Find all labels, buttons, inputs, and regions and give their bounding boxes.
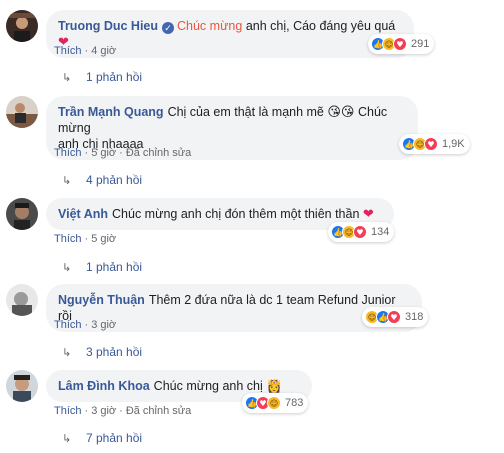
reply-arrow-icon: ↳ bbox=[62, 432, 72, 445]
haha-icon: ☺ bbox=[267, 396, 281, 410]
comment-meta: Thích · 3 giờ · Đã chỉnh sửa bbox=[54, 405, 191, 417]
replies-count[interactable]: 1 phản hồi bbox=[86, 260, 142, 274]
separator-dot: · bbox=[84, 147, 89, 159]
like-link[interactable]: Thích bbox=[54, 45, 82, 57]
view-replies-link[interactable]: ↳ 4 phản hồi bbox=[62, 173, 142, 187]
reaction-summary[interactable]: 👍 ☺ ♥ 1,9K bbox=[399, 134, 470, 154]
love-icon: ♥ bbox=[353, 225, 367, 239]
comment-text: Chị của em thật là mạnh mẽ bbox=[167, 105, 324, 119]
separator-dot: · bbox=[119, 147, 123, 159]
avatar[interactable] bbox=[6, 10, 38, 42]
reaction-count: 783 bbox=[285, 397, 304, 409]
reaction-count: 1,9K bbox=[442, 138, 465, 150]
replies-count[interactable]: 4 phản hồi bbox=[86, 173, 142, 187]
timestamp[interactable]: 5 giờ bbox=[91, 233, 116, 245]
timestamp[interactable]: 5 giờ bbox=[91, 147, 116, 159]
reply-arrow-icon: ↳ bbox=[62, 261, 72, 274]
avatar[interactable] bbox=[6, 284, 38, 316]
reply-arrow-icon: ↳ bbox=[62, 174, 72, 187]
reaction-summary[interactable]: ☺ 👍 ♥ 318 bbox=[362, 307, 429, 327]
reaction-count: 134 bbox=[371, 226, 390, 238]
princess-emoji-icon: 👸 bbox=[266, 378, 283, 393]
verified-badge-icon: ✓ bbox=[162, 22, 174, 34]
like-link[interactable]: Thích bbox=[54, 147, 82, 159]
separator-dot: · bbox=[84, 45, 89, 57]
timestamp[interactable]: 3 giờ bbox=[91, 319, 116, 331]
view-replies-link[interactable]: ↳ 3 phản hồi bbox=[62, 345, 142, 359]
avatar[interactable] bbox=[6, 96, 38, 128]
comment-text: Chúc mừng anh chị bbox=[153, 379, 263, 393]
reaction-summary[interactable]: 👍 ♥ ☺ 783 bbox=[242, 393, 309, 413]
replies-count[interactable]: 1 phản hồi bbox=[86, 70, 142, 84]
reaction-count: 291 bbox=[411, 38, 430, 50]
like-link[interactable]: Thích bbox=[54, 319, 82, 331]
view-replies-link[interactable]: ↳ 7 phản hồi bbox=[62, 431, 142, 445]
like-link[interactable]: Thích bbox=[54, 405, 82, 417]
comment-text: Chúc mừng anh chị đón thêm một thiên thầ… bbox=[112, 207, 360, 221]
comment-meta: Thích · 5 giờ · Đã chỉnh sửa bbox=[54, 147, 191, 159]
reply-arrow-icon: ↳ bbox=[62, 346, 72, 359]
heart-emoji-icon: ❤ bbox=[362, 206, 374, 221]
kiss-emoji-icon: 😘😘 bbox=[327, 104, 355, 119]
comment-author[interactable]: Truong Duc Hieu bbox=[58, 19, 158, 33]
separator-dot: · bbox=[84, 405, 89, 417]
timestamp[interactable]: 3 giờ bbox=[91, 405, 116, 417]
comment-meta: Thích · 3 giờ bbox=[54, 319, 116, 331]
tagged-text[interactable]: Chúc mừng bbox=[177, 19, 242, 33]
view-replies-link[interactable]: ↳ 1 phản hồi bbox=[62, 260, 142, 274]
reply-arrow-icon: ↳ bbox=[62, 71, 72, 84]
comment-meta: Thích · 5 giờ bbox=[54, 233, 116, 245]
separator-dot: · bbox=[119, 405, 123, 417]
replies-count[interactable]: 3 phản hồi bbox=[86, 345, 142, 359]
reaction-summary[interactable]: 👍 ☺ ♥ 134 bbox=[328, 222, 395, 242]
comment-text: anh chị, Cáo đáng yêu quá bbox=[245, 19, 396, 33]
avatar[interactable] bbox=[6, 198, 38, 230]
edited-label[interactable]: Đã chỉnh sửa bbox=[126, 147, 191, 159]
comment-author[interactable]: Lâm Đình Khoa bbox=[58, 379, 150, 393]
comment-author[interactable]: Nguyễn Thuận bbox=[58, 293, 145, 307]
separator-dot: · bbox=[84, 319, 89, 331]
avatar[interactable] bbox=[6, 370, 38, 402]
love-icon: ♥ bbox=[424, 137, 438, 151]
love-icon: ♥ bbox=[393, 37, 407, 51]
like-link[interactable]: Thích bbox=[54, 233, 82, 245]
comment-author[interactable]: Trần Mạnh Quang bbox=[58, 105, 164, 119]
comment-meta: Thích · 4 giờ bbox=[54, 45, 116, 57]
reaction-count: 318 bbox=[405, 311, 424, 323]
love-icon: ♥ bbox=[387, 310, 401, 324]
edited-label[interactable]: Đã chỉnh sửa bbox=[126, 405, 191, 417]
timestamp[interactable]: 4 giờ bbox=[91, 45, 116, 57]
comment-author[interactable]: Việt Anh bbox=[58, 207, 108, 221]
reaction-summary[interactable]: 👍 ☺ ♥ 291 bbox=[368, 34, 435, 54]
view-replies-link[interactable]: ↳ 1 phản hồi bbox=[62, 70, 142, 84]
replies-count[interactable]: 7 phản hồi bbox=[86, 431, 142, 445]
separator-dot: · bbox=[84, 233, 89, 245]
